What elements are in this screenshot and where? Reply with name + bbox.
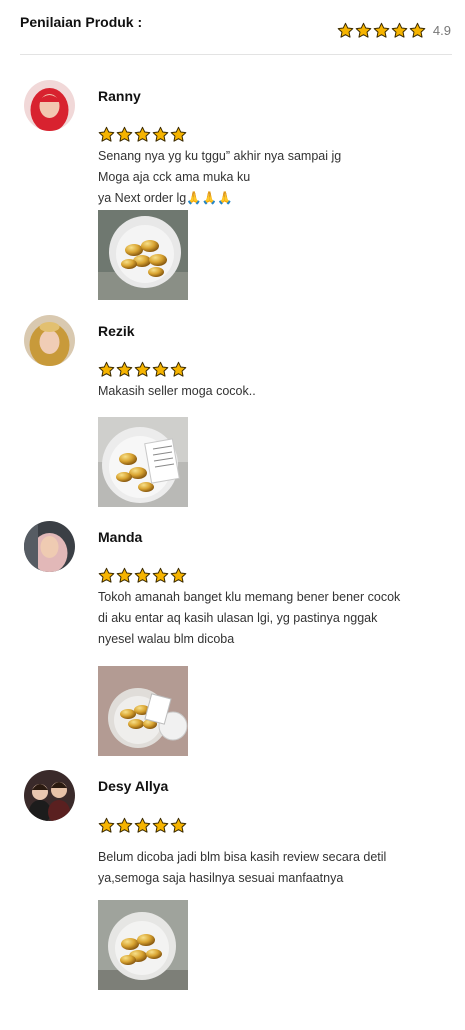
reviewer-name: Manda bbox=[98, 529, 143, 545]
star-icon bbox=[134, 126, 151, 143]
star-icon bbox=[170, 567, 187, 584]
star-icon bbox=[98, 817, 115, 834]
review-comment: Senang nya yg ku tggu” akhir nya sampai … bbox=[98, 146, 438, 209]
review-comment: Tokoh amanah banget klu memang bener ben… bbox=[98, 587, 438, 650]
comment-line: Moga aja cck ama muka ku bbox=[98, 170, 251, 184]
header-divider bbox=[20, 54, 452, 55]
comment-line: Belum dicoba jadi blm bisa kasih review … bbox=[98, 850, 387, 864]
review-photo[interactable] bbox=[98, 666, 188, 756]
user-avatar[interactable] bbox=[24, 770, 75, 821]
star-icon bbox=[152, 126, 169, 143]
overall-stars bbox=[337, 22, 427, 39]
star-icon bbox=[337, 22, 354, 39]
user-avatar[interactable] bbox=[24, 521, 75, 572]
star-icon bbox=[391, 22, 408, 39]
reviewer-name: Rezik bbox=[98, 323, 135, 339]
star-icon bbox=[373, 22, 390, 39]
comment-line: di aku entar aq kasih ulasan lgi, yg pas… bbox=[98, 611, 378, 625]
user-avatar[interactable] bbox=[24, 80, 75, 131]
review-stars bbox=[98, 361, 188, 378]
star-icon bbox=[116, 126, 133, 143]
review-photo[interactable] bbox=[98, 900, 188, 990]
star-icon bbox=[170, 361, 187, 378]
star-icon bbox=[134, 567, 151, 584]
review-photo[interactable] bbox=[98, 210, 188, 300]
rating-title: Penilaian Produk : bbox=[20, 14, 143, 30]
star-icon bbox=[355, 22, 372, 39]
reviewer-name: Desy Allya bbox=[98, 778, 169, 794]
star-icon bbox=[152, 567, 169, 584]
star-icon bbox=[98, 361, 115, 378]
star-icon bbox=[134, 817, 151, 834]
rating-header: Penilaian Produk : 4.9 bbox=[0, 0, 465, 55]
review-comment: Belum dicoba jadi blm bisa kasih review … bbox=[98, 847, 438, 889]
star-icon bbox=[98, 567, 115, 584]
star-icon bbox=[152, 361, 169, 378]
star-icon bbox=[134, 361, 151, 378]
star-icon bbox=[116, 567, 133, 584]
comment-line: nyesel walau blm dicoba bbox=[98, 632, 235, 646]
reviewer-name: Ranny bbox=[98, 88, 141, 104]
review-photo[interactable] bbox=[98, 417, 188, 507]
star-icon bbox=[409, 22, 426, 39]
review-stars bbox=[98, 817, 188, 834]
star-icon bbox=[116, 817, 133, 834]
comment-line: Makasih seller moga cocok.. bbox=[98, 384, 256, 398]
star-icon bbox=[170, 817, 187, 834]
comment-line: ya Next order lg🙏🙏🙏 bbox=[98, 191, 233, 205]
review-stars bbox=[98, 567, 188, 584]
review-comment: Makasih seller moga cocok.. bbox=[98, 381, 438, 402]
star-icon bbox=[98, 126, 115, 143]
comment-line: Tokoh amanah banget klu memang bener ben… bbox=[98, 590, 401, 604]
overall-score: 4.9 bbox=[432, 23, 451, 38]
overall-rating: 4.9 bbox=[337, 22, 451, 39]
comment-line: ya,semoga saja hasilnya sesuai manfaatny… bbox=[98, 871, 344, 885]
star-icon bbox=[170, 126, 187, 143]
star-icon bbox=[116, 361, 133, 378]
comment-line: Senang nya yg ku tggu” akhir nya sampai … bbox=[98, 149, 342, 163]
star-icon bbox=[152, 817, 169, 834]
review-stars bbox=[98, 126, 188, 143]
user-avatar[interactable] bbox=[24, 315, 75, 366]
